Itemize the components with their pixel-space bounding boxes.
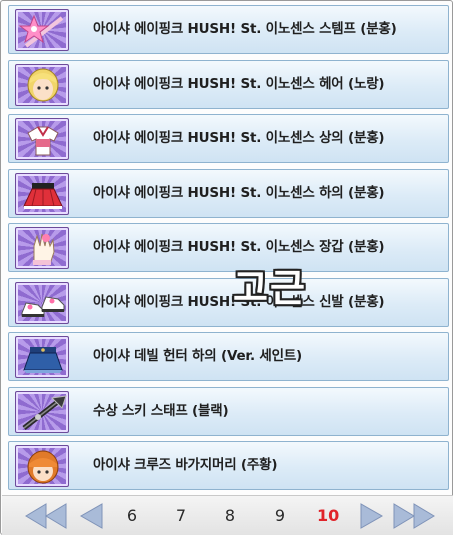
page-7[interactable]: 7 [170,504,192,528]
chevron-right-icon [360,503,384,529]
prev-page-button[interactable] [79,502,105,530]
list-item[interactable]: 아이샤 에이핑크 HUSH! St. 이노센스 하의 (분홍) [8,168,449,218]
item-label: 아이샤 에이핑크 HUSH! St. 이노센스 스템프 (분홍) [93,21,397,37]
pink-top-icon [15,118,69,160]
next-page-button[interactable] [358,502,384,530]
shoes-icon [15,281,69,324]
item-label: 아이샤 크루즈 바가지머리 (주황) [93,457,278,473]
last-page-button[interactable] [390,502,436,530]
list-item[interactable]: 수상 스키 스태프 (블랙) [8,386,449,436]
page-8[interactable]: 8 [219,504,241,528]
item-label: 아이샤 에이핑크 HUSH! St. 이노센스 하의 (분홍) [93,184,385,201]
list-item[interactable]: 아이샤 에이핑크 HUSH! St. 이노센스 신발 (분홍) [8,277,449,327]
black-staff-icon [15,390,69,433]
list-item[interactable]: 아이샤 크루즈 바가지머리 (주황) [8,441,449,490]
orange-hair-icon [15,445,69,487]
double-chevron-right-icon [393,503,435,529]
list-item[interactable]: 아이샤 에이핑크 HUSH! St. 이노센스 상의 (분홍) [8,114,449,163]
yellow-hair-icon [15,63,69,106]
first-page-button[interactable] [24,502,70,530]
glove-icon [15,227,69,269]
item-label: 수상 스키 스태프 (블랙) [93,402,229,419]
item-label: 아이샤 에이핑크 HUSH! St. 이노센스 신발 (분홍) [93,293,385,310]
double-chevron-left-icon [25,503,67,529]
item-label: 아이샤 데빌 헌터 하의 (Ver. 세인트) [93,348,303,364]
blue-skirt-icon [15,336,69,378]
pink-staff-icon [15,9,69,51]
item-list: 아이샤 에이핑크 HUSH! St. 이노센스 스템프 (분홍) 아이샤 에이핑… [8,5,449,496]
page-10-current[interactable]: 10 [317,504,339,528]
page-6[interactable]: 6 [121,504,143,528]
list-item[interactable]: 아이샤 에이핑크 HUSH! St. 이노센스 헤어 (노랑) [8,59,449,109]
item-label: 아이샤 에이핑크 HUSH! St. 이노센스 헤어 (노랑) [93,75,385,92]
list-item[interactable]: 아이샤 에이핑크 HUSH! St. 이노센스 장갑 (분홍) [8,223,449,272]
item-label: 아이샤 에이핑크 HUSH! St. 이노센스 장갑 (분홍) [93,239,385,255]
item-list-window: 아이샤 에이핑크 HUSH! St. 이노센스 스템프 (분홍) 아이샤 에이핑… [0,0,453,535]
list-item[interactable]: 아이샤 에이핑크 HUSH! St. 이노센스 스템프 (분홍) [8,5,449,54]
pink-skirt-icon [15,172,69,215]
pagination: 6 7 8 9 10 [2,495,453,535]
chevron-left-icon [79,503,103,529]
item-label: 아이샤 에이핑크 HUSH! St. 이노센스 상의 (분홍) [93,130,385,146]
page-9[interactable]: 9 [269,504,291,528]
list-item[interactable]: 아이샤 데빌 헌터 하의 (Ver. 세인트) [8,332,449,381]
